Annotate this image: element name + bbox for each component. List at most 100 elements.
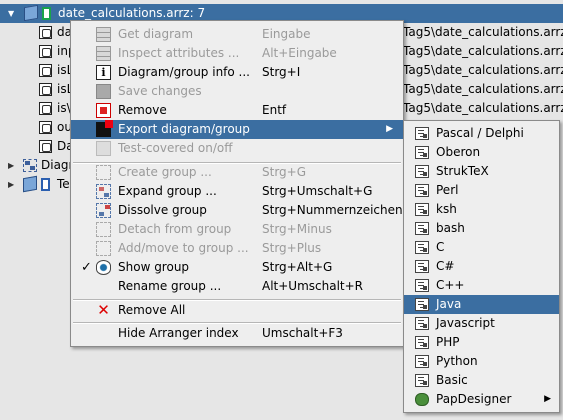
- menu-remove-all[interactable]: ✕ Remove All: [71, 301, 403, 320]
- diagram-icon: [39, 64, 52, 77]
- menu-export-diagram-group[interactable]: Export diagram/group ▶: [71, 120, 403, 139]
- menu-item-accelerator: Umschalt+F3: [262, 326, 343, 340]
- export-ksh[interactable]: ksh: [404, 200, 559, 219]
- submenu-item-label: C#: [436, 259, 455, 273]
- submenu-item-label: Basic: [436, 373, 468, 387]
- diagram-icon: [39, 121, 52, 134]
- generator-icon: [415, 241, 429, 254]
- export-papdesigner[interactable]: PapDesigner ▶: [404, 390, 559, 409]
- tree-row-path: \Tag5\date_calculations.arrz\is: [399, 82, 563, 96]
- archive-cube-icon: [23, 175, 37, 193]
- diagram-icon: [39, 26, 52, 39]
- export-pascal-delphi[interactable]: Pascal / Delphi: [404, 124, 559, 143]
- generator-icon: [415, 355, 429, 368]
- menu-item-accelerator: Strg+Minus: [262, 222, 332, 236]
- export-submenu: Pascal / Delphi Oberon StrukTeX Perl ksh…: [403, 120, 560, 413]
- remove-all-x-icon: ✕: [97, 301, 110, 319]
- menu-item-label: Rename group ...: [118, 279, 222, 293]
- menu-create-group[interactable]: Create group ... Strg+G: [71, 163, 403, 182]
- archive-cube-icon: [24, 4, 38, 22]
- diagram-icon: [39, 102, 52, 115]
- eye-icon: [96, 260, 111, 275]
- export-basic[interactable]: Basic: [404, 371, 559, 390]
- menu-remove[interactable]: Remove Entf: [71, 101, 403, 120]
- add-to-group-icon: [96, 241, 111, 256]
- menu-item-label: Export diagram/group: [118, 122, 250, 136]
- archive-blue-icon: [41, 178, 50, 191]
- submenu-item-label: StrukTeX: [436, 164, 489, 178]
- generator-icon: [415, 336, 429, 349]
- menu-save-changes[interactable]: Save changes: [71, 82, 403, 101]
- expand-triangle-icon[interactable]: ▶: [8, 156, 18, 175]
- diagram-icon: [39, 140, 52, 153]
- submenu-item-label: Perl: [436, 183, 459, 197]
- export-icon: [96, 120, 113, 137]
- generator-icon: [415, 279, 429, 292]
- menu-item-label: Remove All: [118, 303, 186, 317]
- submenu-item-label: Oberon: [436, 145, 481, 159]
- menu-inspect-attributes[interactable]: Inspect attributes ... Alt+Eingabe: [71, 44, 403, 63]
- collapse-triangle-icon[interactable]: ▼: [8, 4, 18, 23]
- menu-rename-group[interactable]: Rename group ... Alt+Umschalt+R: [71, 277, 403, 296]
- tree-row-label: is\: [57, 101, 71, 115]
- export-bash[interactable]: bash: [404, 219, 559, 238]
- menu-add-move-to-group[interactable]: Add/move to group ... Strg+Plus: [71, 239, 403, 258]
- export-cpp[interactable]: C++: [404, 276, 559, 295]
- export-c[interactable]: C: [404, 238, 559, 257]
- menu-item-accelerator: Alt+Eingabe: [262, 46, 337, 60]
- generator-icon: [415, 298, 429, 311]
- export-csharp[interactable]: C#: [404, 257, 559, 276]
- menu-item-label: Detach from group: [118, 222, 232, 236]
- save-disk-icon: [96, 84, 111, 99]
- menu-item-label: Test-covered on/off: [118, 141, 233, 155]
- tree-row-path: \Tag5\date_calculations.arrz\: [399, 101, 563, 115]
- submenu-item-label: Javascript: [436, 316, 495, 330]
- menu-diagram-group-info[interactable]: i Diagram/group info ... Strg+I: [71, 63, 403, 82]
- generator-icon: [415, 184, 429, 197]
- export-php[interactable]: PHP: [404, 333, 559, 352]
- submenu-item-label: PapDesigner: [436, 392, 512, 406]
- expand-triangle-icon[interactable]: ▶: [8, 175, 18, 194]
- export-perl[interactable]: Perl: [404, 181, 559, 200]
- menu-item-label: Create group ...: [118, 165, 212, 179]
- submenu-item-label: bash: [436, 221, 465, 235]
- menu-item-label: Dissolve group: [118, 203, 207, 217]
- tree-test-label: Te: [57, 177, 70, 191]
- generator-icon: [415, 165, 429, 178]
- export-javascript[interactable]: Javascript: [404, 314, 559, 333]
- menu-item-accelerator: Entf: [262, 103, 287, 117]
- menu-detach-from-group[interactable]: Detach from group Strg+Minus: [71, 220, 403, 239]
- menu-dissolve-group[interactable]: Dissolve group Strg+Nummernzeichen: [71, 201, 403, 220]
- expand-group-icon: [96, 184, 111, 199]
- menu-item-accelerator: Strg+Plus: [262, 241, 322, 255]
- create-group-icon: [96, 165, 111, 180]
- menu-item-accelerator: Strg+I: [262, 65, 301, 79]
- menu-item-accelerator: Strg+Nummernzeichen: [262, 203, 403, 217]
- export-oberon[interactable]: Oberon: [404, 143, 559, 162]
- inspect-attributes-icon: [96, 46, 111, 61]
- generator-icon: [415, 260, 429, 273]
- papdesigner-icon: [415, 393, 429, 406]
- export-java[interactable]: Java: [404, 295, 559, 314]
- menu-item-label: Hide Arranger index: [118, 326, 239, 340]
- tree-row-path: \Tag5\date_calculations.arrz: [399, 25, 563, 39]
- menu-item-label: Add/move to group ...: [118, 241, 249, 255]
- submenu-arrow-icon: ▶: [544, 394, 551, 404]
- export-python[interactable]: Python: [404, 352, 559, 371]
- context-menu: Get diagram Eingabe Inspect attributes .…: [70, 20, 404, 347]
- archive-green-icon: [42, 7, 51, 20]
- tree-row-path: \Tag5\date_calculations.arrz\: [399, 63, 563, 77]
- menu-get-diagram[interactable]: Get diagram Eingabe: [71, 25, 403, 44]
- test-covered-icon: [96, 141, 111, 156]
- menu-hide-arranger-index[interactable]: Hide Arranger index Umschalt+F3: [71, 324, 403, 343]
- submenu-item-label: Python: [436, 354, 478, 368]
- tree-diagrams-label: Diagr: [41, 158, 74, 172]
- submenu-item-label: C++: [436, 278, 465, 292]
- menu-expand-group[interactable]: Expand group ... Strg+Umschalt+G: [71, 182, 403, 201]
- menu-item-label: Inspect attributes ...: [118, 46, 240, 60]
- submenu-item-label: C: [436, 240, 445, 254]
- export-struktex[interactable]: StrukTeX: [404, 162, 559, 181]
- submenu-item-label: Java: [436, 297, 462, 311]
- menu-show-group[interactable]: ✓ Show group Strg+Alt+G: [71, 258, 403, 277]
- menu-test-covered[interactable]: Test-covered on/off: [71, 139, 403, 158]
